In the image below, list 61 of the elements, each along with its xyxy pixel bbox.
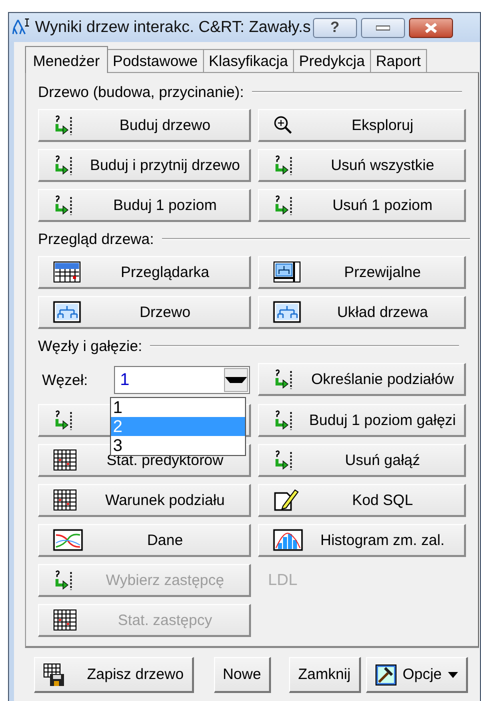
tool-button[interactable]: Określanie podziałów — [258, 363, 466, 396]
arrow-icon — [53, 409, 75, 431]
arrow-icon — [53, 154, 75, 176]
tool-button[interactable]: Warunek podziału — [38, 484, 251, 517]
tree-icon — [273, 301, 301, 323]
footer-button[interactable]: Zapisz drzewo — [34, 657, 194, 693]
arrow-icon — [53, 194, 75, 216]
grid-icon — [53, 489, 77, 511]
footer-button[interactable]: Opcje — [366, 657, 468, 693]
footer-button[interactable]: Nowe — [214, 657, 272, 693]
grid-icon — [53, 609, 77, 631]
arrow-icon — [273, 154, 295, 176]
tree-icon — [53, 301, 81, 323]
tool-button[interactable]: Histogram zm. zal. — [258, 524, 466, 557]
tool-button[interactable]: Dane — [38, 524, 251, 557]
histogram-icon — [273, 529, 303, 551]
floppy-disk-icon — [43, 662, 65, 686]
help-button[interactable]: ? — [312, 18, 357, 38]
window-title: Wyniki drzew interakc. C&RT: Zawały.s — [35, 18, 311, 36]
tab[interactable]: Predykcja — [292, 49, 371, 72]
section-label: Przegląd drzewa: — [38, 230, 154, 248]
footer-button[interactable]: Zamknij — [289, 657, 361, 693]
magnifier-icon — [273, 115, 293, 135]
tool-button[interactable]: Buduj drzewo — [38, 109, 251, 142]
arrow-icon — [273, 194, 295, 216]
tab[interactable]: Menedżer — [25, 46, 108, 73]
hammer-icon — [374, 664, 397, 686]
arrow-icon — [53, 569, 75, 591]
node-dropdown[interactable]: 1 — [114, 366, 250, 394]
field-label: LDL — [268, 572, 298, 590]
line-chart-icon — [53, 529, 83, 551]
arrow-icon — [273, 409, 295, 431]
tool-button[interactable]: Usuń 1 poziom — [258, 189, 466, 222]
tool-button[interactable]: Przeglądarka — [38, 256, 251, 289]
tool-button[interactable]: Usuń gałąź — [258, 444, 466, 477]
section-label: Drzewo (budowa, przycinanie): — [38, 84, 244, 100]
tab[interactable]: Raport — [370, 49, 427, 72]
tool-button[interactable]: Buduj 1 poziom — [38, 189, 251, 222]
arrow-icon — [273, 368, 295, 390]
table-icon — [53, 261, 81, 283]
minimize-icon — [376, 24, 390, 30]
arrow-icon — [53, 114, 75, 136]
close-button[interactable] — [408, 18, 453, 38]
tool-button[interactable]: Kod SQL — [258, 484, 466, 517]
minimize-button[interactable] — [360, 18, 405, 38]
tool-button[interactable]: Buduj 1 poziom gałęzi — [258, 404, 466, 437]
close-icon — [424, 22, 438, 34]
scroll-window-icon — [273, 261, 301, 283]
tool-button[interactable]: Układ drzewa — [258, 296, 466, 329]
pencil-icon — [273, 488, 301, 512]
section-label: Węzły i gałęzie: — [38, 338, 142, 354]
tool-button[interactable]: Przewijalne — [258, 256, 466, 289]
tab[interactable]: Klasyfikacja — [202, 49, 294, 72]
dropdown-option[interactable]: 1 — [111, 398, 245, 417]
field-label: Węzeł: — [41, 372, 89, 388]
tool-button[interactable]: Usuń wszystkie — [258, 149, 466, 182]
arrow-icon — [273, 449, 295, 471]
tool-button[interactable]: Eksploruj — [258, 109, 466, 142]
tool-button[interactable]: Buduj i przytnij drzewo — [38, 149, 251, 182]
grid-icon — [53, 449, 77, 471]
tool-button[interactable]: Drzewo — [38, 296, 251, 329]
